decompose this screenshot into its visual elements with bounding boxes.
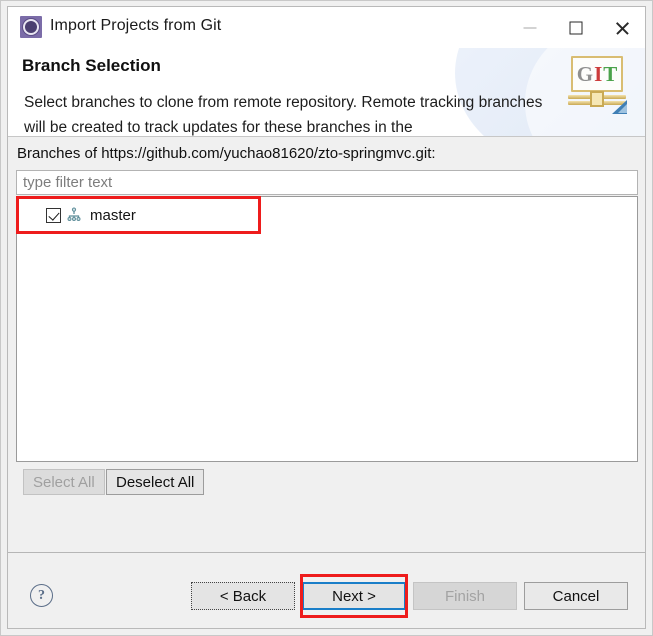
help-icon[interactable]: ?	[30, 584, 53, 607]
title-bar: Import Projects from Git	[8, 7, 645, 48]
next-button[interactable]: Next >	[302, 582, 406, 610]
maximize-icon	[569, 21, 583, 34]
wizard-banner: Branch Selection Select branches to clon…	[8, 48, 645, 136]
page-description: Select branches to clone from remote rep…	[24, 94, 543, 136]
back-button[interactable]: < Back	[191, 582, 295, 610]
git-branch-icon	[66, 207, 82, 223]
cancel-button[interactable]: Cancel	[524, 582, 628, 610]
close-button[interactable]	[599, 7, 645, 48]
filter-input[interactable]	[16, 170, 638, 195]
close-icon	[615, 20, 630, 35]
content-area: Branches of https://github.com/yuchao816…	[8, 137, 645, 552]
finish-button[interactable]: Finish	[413, 582, 517, 610]
minimize-icon	[523, 27, 537, 28]
select-all-button[interactable]: Select All	[23, 469, 105, 495]
git-logo-icon: G I T	[568, 56, 628, 114]
dialog-frame: Import Projects from Git Branch Selectio…	[7, 6, 646, 629]
branch-checkbox-master[interactable]	[46, 207, 61, 223]
branch-list[interactable]: master	[16, 196, 638, 462]
page-title: Branch Selection	[22, 56, 161, 75]
branch-name-label: master	[90, 206, 136, 224]
footer-bar: ? < Back Next > Finish Cancel	[8, 553, 645, 628]
application-window: Import Projects from Git Branch Selectio…	[0, 0, 653, 636]
window-title: Import Projects from Git	[50, 17, 222, 34]
branches-label: Branches of https://github.com/yuchao816…	[17, 145, 436, 162]
eclipse-wizard-icon	[20, 16, 42, 38]
minimize-button[interactable]	[507, 7, 553, 48]
branch-row-master[interactable]: master	[17, 202, 637, 228]
maximize-button[interactable]	[553, 7, 599, 48]
git-logo-letter-i: I	[594, 61, 603, 86]
git-logo-letter-t: T	[603, 61, 618, 86]
git-logo-letter-g: G	[576, 61, 594, 86]
deselect-all-button[interactable]: Deselect All	[106, 469, 205, 495]
